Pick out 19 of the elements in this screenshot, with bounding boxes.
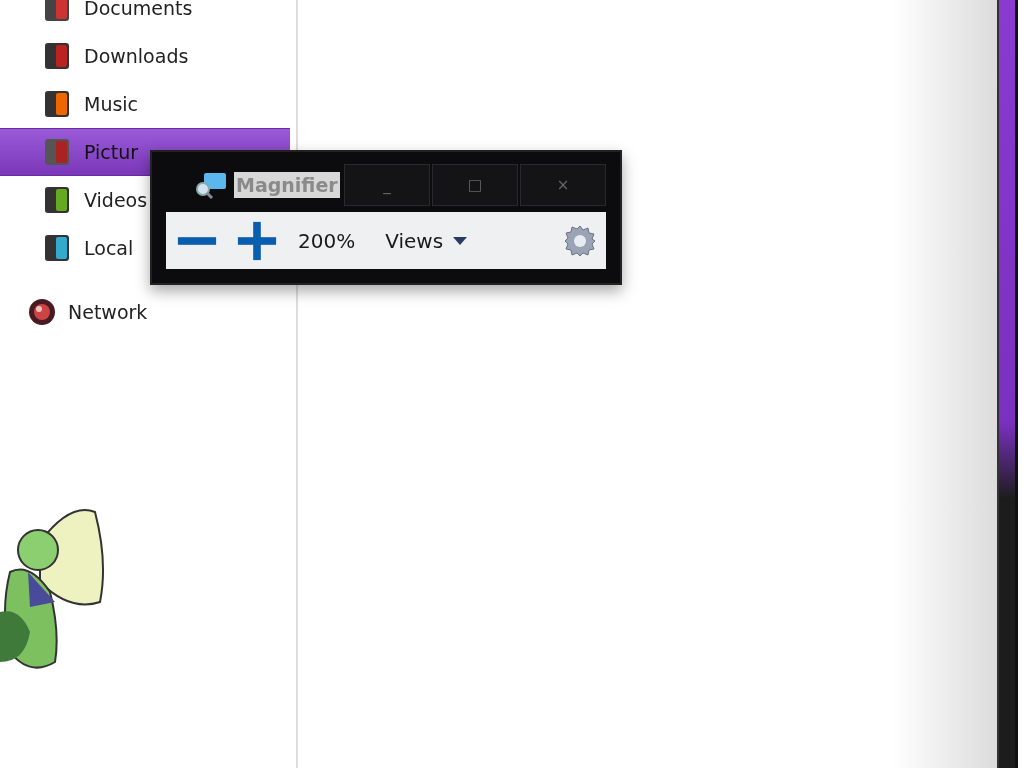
sidebar-item[interactable]: Downloads [0,32,290,80]
sidebar-item[interactable]: Network [0,288,296,336]
sidebar-item[interactable]: Local [0,224,290,272]
folder-icon [44,138,70,166]
caret-icon [453,236,468,245]
settings-icon[interactable] [564,224,596,257]
views-menu[interactable]: Views [385,228,468,253]
folder-icon [44,90,70,118]
folder-icon [44,186,70,214]
folder-icon [44,42,70,70]
sidebar-item[interactable]: Music [0,80,290,128]
globe-icon [28,298,56,326]
magnifier-icon [194,171,228,199]
window-title: Magnifier [234,172,340,198]
zoom-level: 200% [298,228,356,253]
folder-icon [44,0,70,22]
zoom-in-icon[interactable] [236,219,278,262]
sidebar-item[interactable]: Documents [0,0,290,32]
folder-icon [44,234,70,262]
